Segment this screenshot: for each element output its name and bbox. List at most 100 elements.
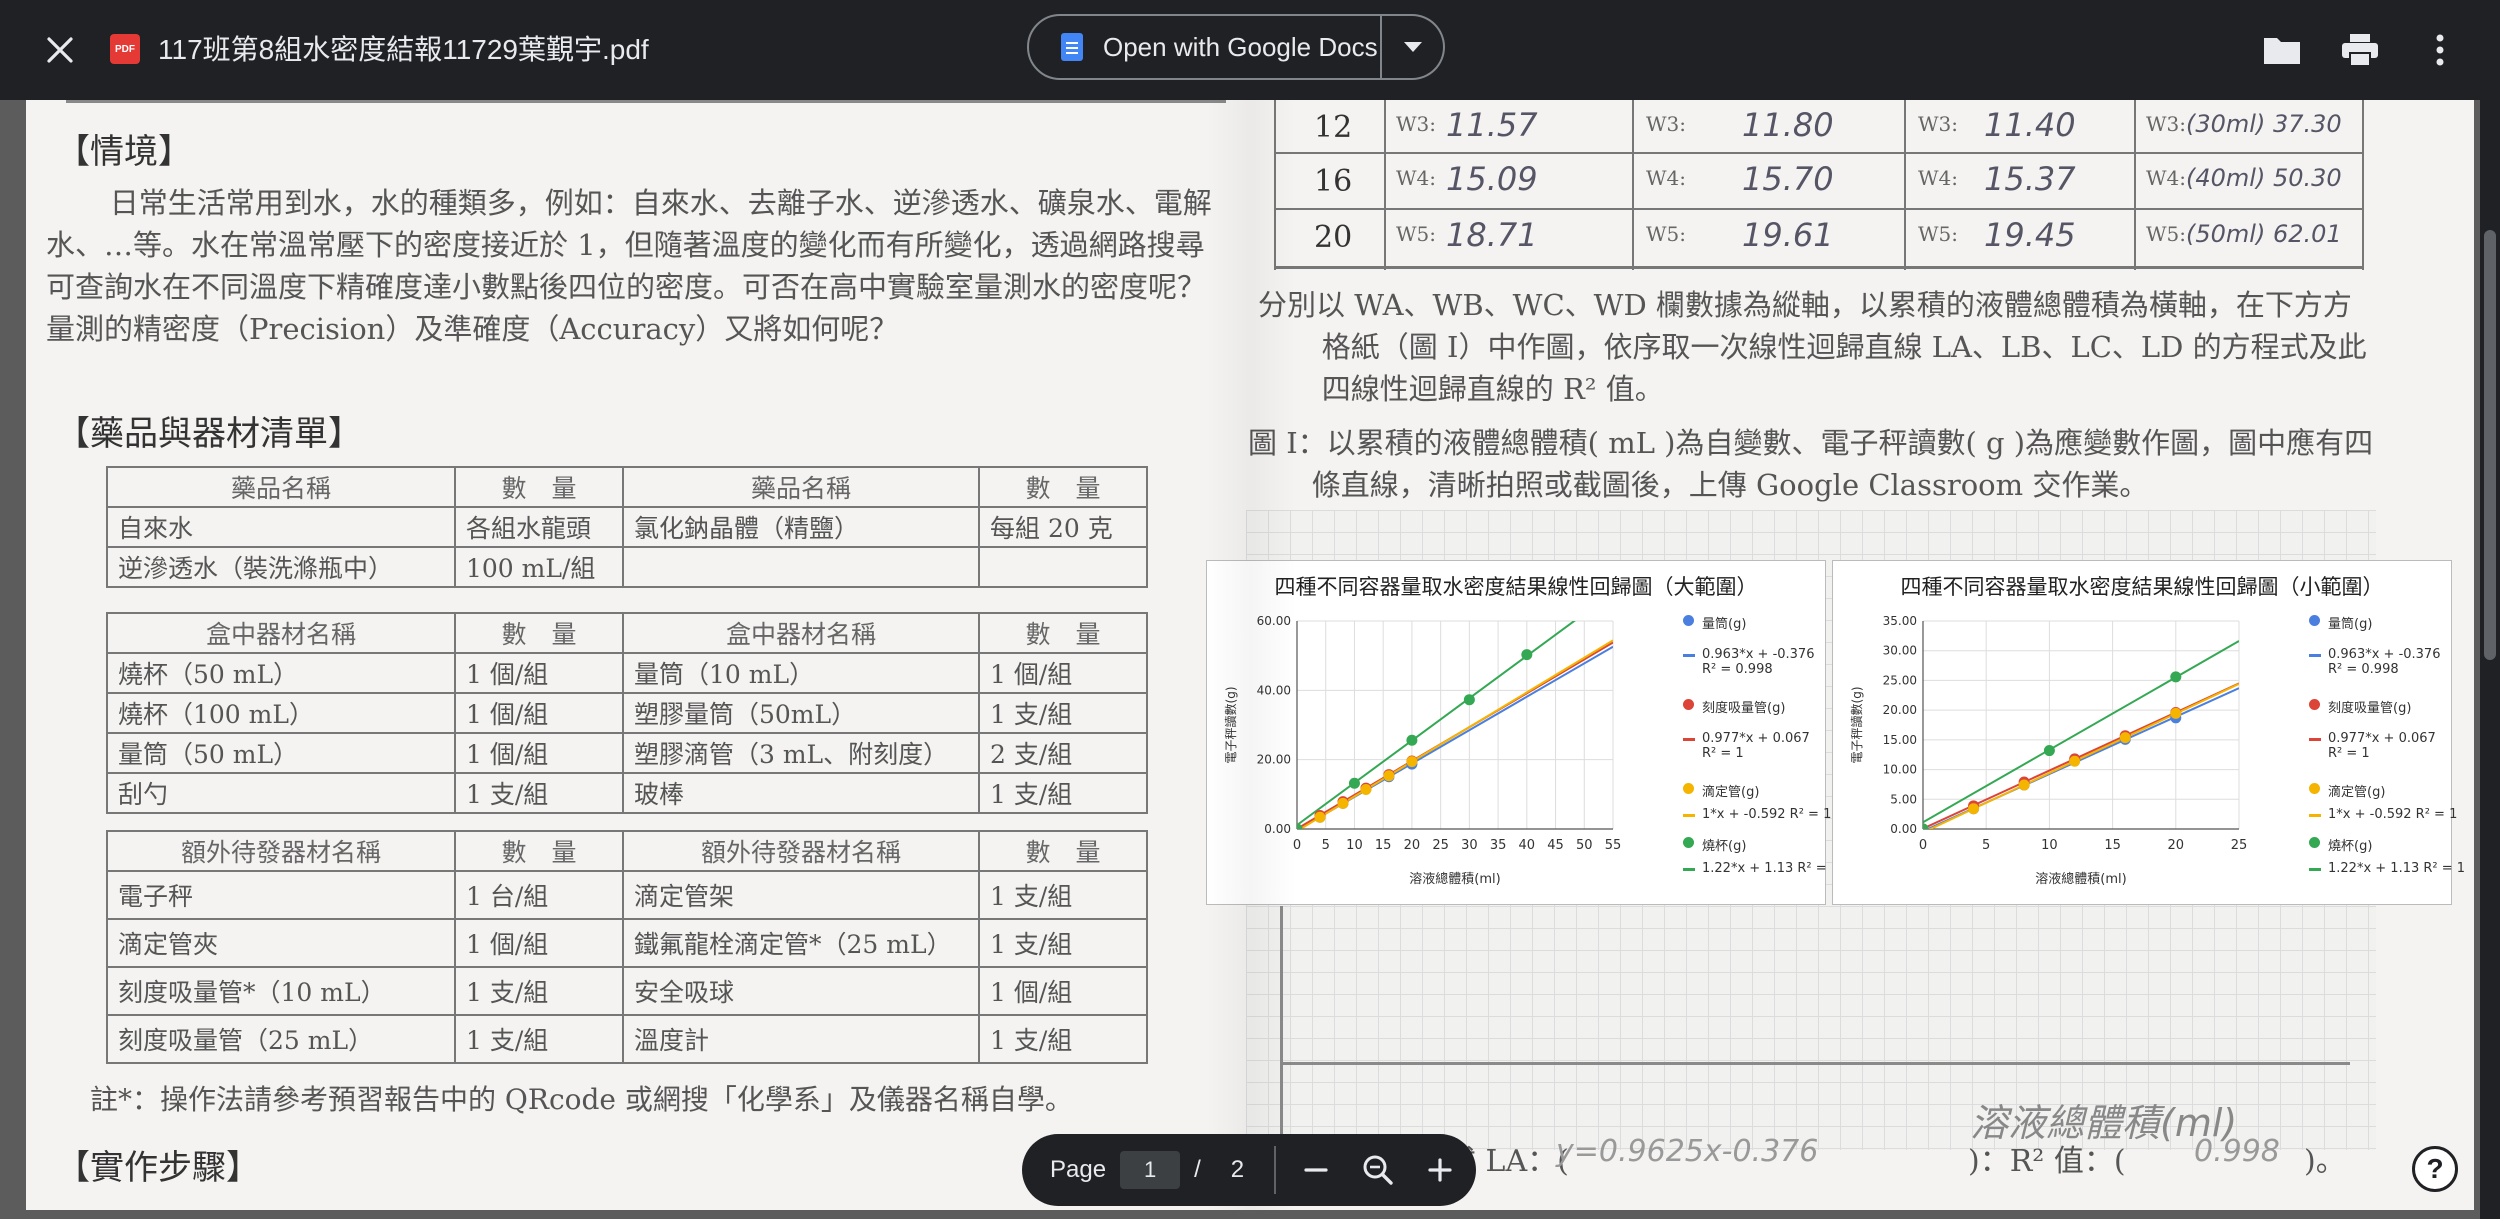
add-to-drive-button[interactable] (2258, 26, 2306, 74)
table-header: 數 量 (978, 612, 1148, 654)
data-point (2069, 755, 2081, 767)
series-dot-icon (1683, 615, 1694, 626)
y-tick-label: 40.00 (1257, 683, 1291, 697)
chart-legend: 量筒(g) 0.963*x + -0.376 R² = 0.998 刻度吸量管(… (1683, 613, 1839, 887)
table-cell: 滴定管架 (622, 870, 980, 920)
legend-item: 1.22*x + 1.13 R² = 1 (2309, 861, 2465, 887)
table-header: 數 量 (978, 466, 1148, 508)
zoom-out-button[interactable] (1290, 1144, 1342, 1196)
data-point (1297, 823, 1303, 829)
table-cell: 量筒（50 mL） (106, 732, 456, 774)
data-point (1463, 694, 1475, 706)
r2-value: 0.998 (2194, 1134, 2280, 1169)
open-with-google-docs-button[interactable]: Open with Google Docs (1027, 14, 1382, 80)
series-dot-icon (2309, 615, 2320, 626)
table-header: 數 量 (454, 612, 624, 654)
table-cell: 2 支/組 (978, 732, 1148, 774)
print-button[interactable] (2336, 26, 2384, 74)
series-dot-icon (2309, 783, 2320, 794)
legend-item: 滴定管(g) (1683, 781, 1839, 807)
zoom-in-button[interactable] (1414, 1144, 1466, 1196)
regression-chart-narrow-range: 四種不同容器量取水密度結果線性回歸圖（小範圍） 0 5 10 15 20 25 0.00 5.… (1832, 560, 2465, 905)
legend-label: 0.977*x + 0.067 R² = 1 (1702, 731, 1810, 761)
trendline-icon (1683, 654, 1695, 657)
chemicals-table: 藥品名稱 數 量 藥品名稱 數 量 自來水 各組水龍頭 氯化鈉晶體（精鹽） 每組… (106, 466, 1148, 588)
legend-item: 1*x + -0.592 R² = 1 (2309, 807, 2465, 835)
legend-label: 1.22*x + 1.13 R² = 1 (1702, 861, 1840, 876)
volume-cell: 20 (1314, 220, 1353, 255)
weight-label: W4: (2146, 166, 2187, 190)
x-tick-label: 15 (2104, 838, 2121, 853)
table-cell: 1 支/組 (978, 918, 1148, 968)
box-equipment-table: 盒中器材名稱 數 量 盒中器材名稱 數 量 燒杯（50 mL） 1 個/組 量筒（1… (106, 612, 1148, 814)
y-axis-label: 電子秤讀數(g) (1850, 687, 1864, 764)
legend-item: 燒杯(g) (2309, 835, 2465, 861)
table-cell: 氯化鈉晶體（精鹽） (622, 506, 980, 548)
table-cell: 安全吸球 (622, 966, 980, 1016)
legend-label: 刻度吸量管(g) (2328, 701, 2412, 716)
table-cell: 1 個/組 (454, 732, 624, 774)
weight-value: (40ml) 50.30 (2186, 164, 2342, 192)
measurement-table: 12 W3: 11.57 W3: 11.80 W3: 11.40 W3: (30… (1274, 100, 2364, 270)
table-header: 盒中器材名稱 (106, 612, 456, 654)
table-row: 12 W3: 11.57 W3: 11.80 W3: 11.40 W3: (30… (1274, 102, 2364, 152)
table-cell: 1 個/組 (454, 692, 624, 734)
data-point (2119, 732, 2131, 744)
more-vertical-icon (2436, 34, 2444, 66)
weight-value: 15.37 (1984, 160, 2076, 198)
weight-label: W3: (1396, 112, 1437, 136)
legend-item: 滴定管(g) (2309, 781, 2465, 807)
table-row: 16 W4: 15.09 W4: 15.70 W4: 15.37 W4: (40… (1274, 156, 2364, 206)
weight-value: 11.40 (1984, 106, 2076, 144)
table-header: 額外待發器材名稱 (622, 830, 980, 872)
chart-legend: 量筒(g) 0.963*x + -0.376 R² = 0.998 刻度吸量管(… (2309, 613, 2465, 887)
weight-value: 15.70 (1742, 160, 1834, 198)
table-cell: 電子秤 (106, 870, 456, 920)
page-separator: / (1194, 1156, 1201, 1183)
page-number-input[interactable] (1120, 1151, 1181, 1189)
weight-label: W4: (1396, 166, 1437, 190)
table-header: 額外待發器材名稱 (106, 830, 456, 872)
open-with-dropdown-button[interactable] (1382, 14, 1445, 80)
procedure-heading: 【實作步驟】 (56, 1148, 260, 1188)
table-cell: 1 個/組 (978, 966, 1148, 1016)
weight-value: 19.45 (1984, 216, 2076, 254)
caret-down-icon (1403, 42, 1422, 52)
scrollbar-thumb[interactable] (2484, 230, 2496, 660)
zoom-fit-button[interactable] (1352, 1144, 1404, 1196)
data-point (2170, 671, 2182, 683)
more-actions-button[interactable] (2416, 26, 2464, 74)
table-cell: 量筒（10 mL） (622, 652, 980, 694)
materials-heading: 【藥品與器材清單】 (56, 414, 362, 454)
vertical-scrollbar[interactable] (2480, 100, 2500, 1219)
legend-item: 0.977*x + 0.067 R² = 1 (2309, 731, 2465, 781)
y-tick-label: 60.00 (1257, 614, 1291, 628)
legend-label: 滴定管(g) (1702, 785, 1760, 800)
table-cell: 1 支/組 (454, 772, 624, 814)
trendline (1297, 621, 1576, 826)
x-tick-label: 30 (1461, 838, 1478, 853)
data-point (2043, 745, 2055, 757)
data-point (2170, 707, 2182, 719)
weight-label: W5: (2146, 222, 2187, 246)
x-tick-label: 5 (1982, 838, 1990, 853)
x-tick-label: 15 (1375, 838, 1392, 853)
weight-label: W3: (1918, 112, 1959, 136)
trendline-icon (2309, 738, 2321, 741)
series-layer (1297, 621, 1613, 829)
help-button[interactable]: ? (2412, 1146, 2458, 1192)
folder-icon (2264, 38, 2300, 64)
trendline (1923, 640, 2239, 824)
figure-caption: 圖 I：以累積的液體總體積( mL )為自變數、電子秤讀數( g )為應變數作圖… (1248, 426, 2374, 502)
x-tick-label: 20 (1404, 838, 1421, 853)
table-cell (978, 546, 1148, 588)
data-point (1968, 803, 1980, 815)
x-tick-label: 20 (2168, 838, 2185, 853)
y-tick-label: 0.00 (1890, 822, 1917, 836)
table-cell: 1 支/組 (978, 692, 1148, 734)
y-tick-label: 25.00 (1883, 673, 1917, 687)
close-button[interactable] (38, 30, 82, 70)
table-header: 藥品名稱 (106, 466, 456, 508)
x-tick-label: 40 (1519, 838, 1536, 853)
table-cell: 燒杯（100 mL） (106, 692, 456, 734)
